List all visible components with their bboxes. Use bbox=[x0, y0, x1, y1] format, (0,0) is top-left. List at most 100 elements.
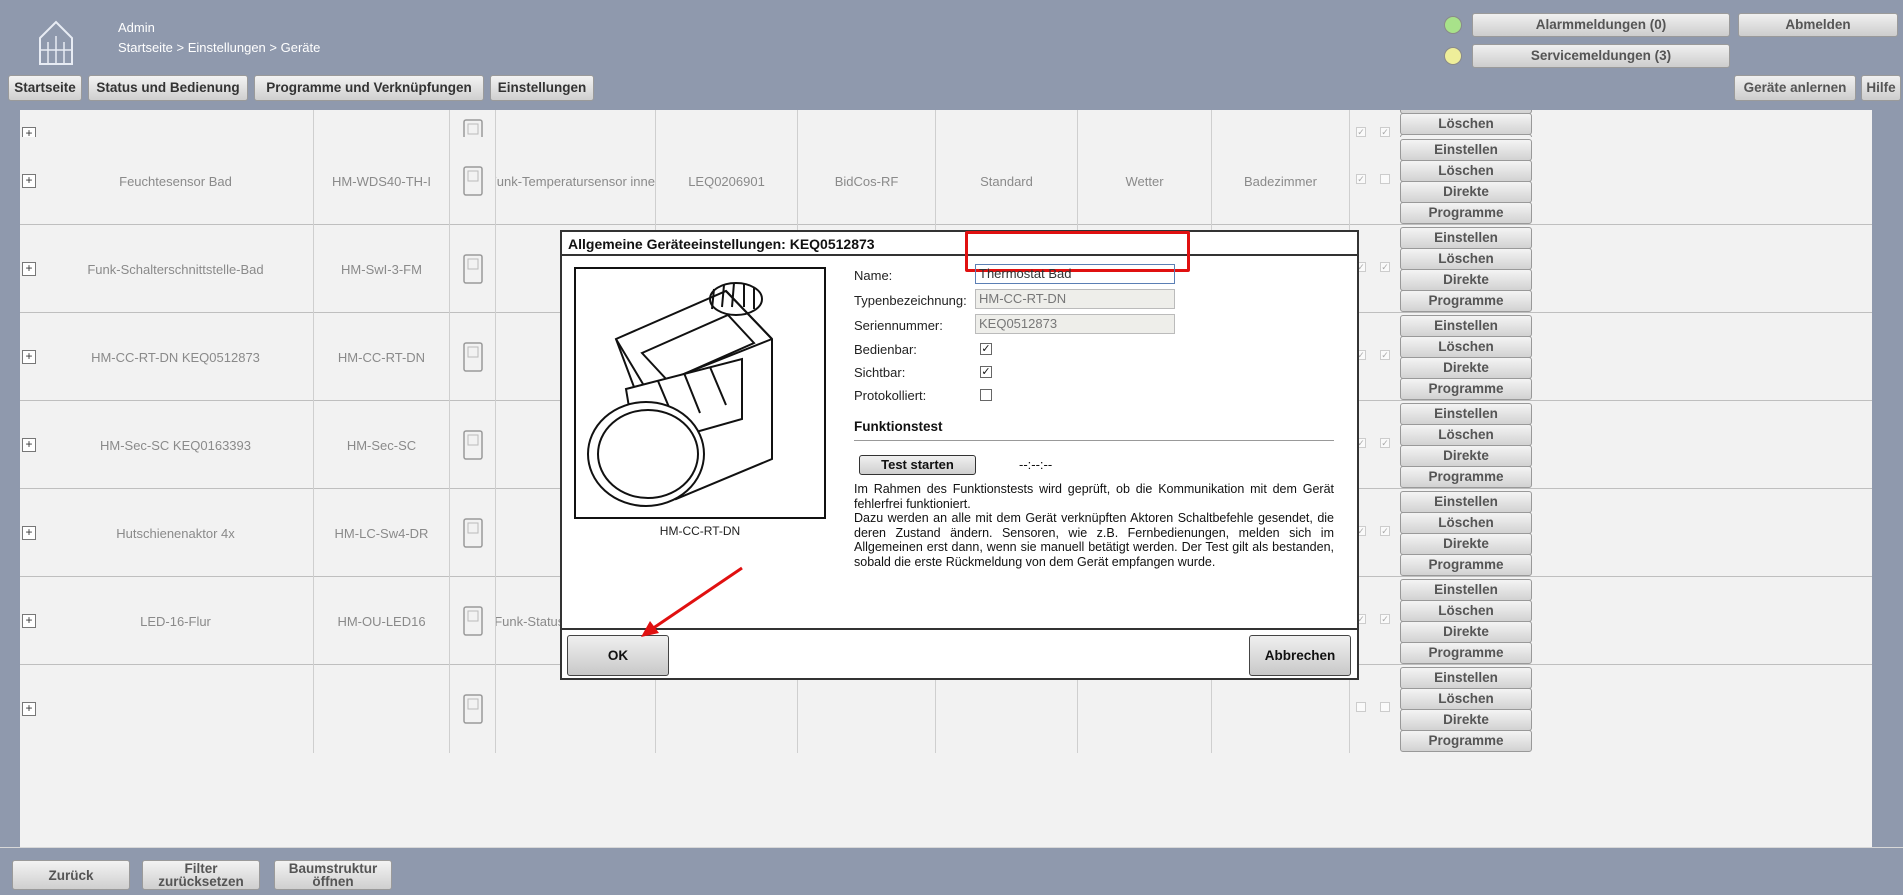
cell-type: HM-Sec-SC bbox=[314, 401, 450, 489]
footer-bar: Zurück Filter zurücksetzen Baumstruktur … bbox=[0, 847, 1903, 895]
expand-row-icon[interactable]: + bbox=[22, 702, 36, 716]
programs-button[interactable]: Programme bbox=[1400, 202, 1532, 224]
alarm-messages-button[interactable]: Alarmmeldungen (0) bbox=[1472, 13, 1730, 37]
delete-device-button[interactable]: Löschen bbox=[1400, 424, 1532, 446]
edit-device-button[interactable]: Einstellen bbox=[1400, 667, 1532, 689]
visible-checkbox-cell: ✓ bbox=[1380, 127, 1390, 137]
temperature-sensor-icon bbox=[450, 137, 496, 225]
radiator-thermostat-icon bbox=[587, 282, 773, 507]
table-row: + Einstellen Löschen Direkte Programme bbox=[20, 665, 1872, 847]
cell-name: Funk-Schalterschnittstelle-Bad bbox=[38, 225, 314, 313]
serial-label: Seriennummer: bbox=[854, 318, 943, 333]
operable-checkbox-cell: ✓ bbox=[1356, 127, 1366, 137]
function-test-title: Funktionstest bbox=[854, 419, 943, 434]
programs-button[interactable]: Programme bbox=[1400, 554, 1532, 576]
thermostat-icon bbox=[450, 313, 496, 401]
delete-device-button[interactable]: Löschen bbox=[1400, 600, 1532, 622]
function-test-divider bbox=[854, 440, 1334, 441]
logged-checkbox[interactable] bbox=[980, 389, 992, 401]
operable-label: Bedienbar: bbox=[854, 342, 917, 357]
cell-name: HM-CC-RT-DN KEQ0512873 bbox=[38, 313, 314, 401]
visible-checkbox-cell: ✓ bbox=[1380, 438, 1390, 448]
cell-serial: LEQ0206901 bbox=[656, 137, 798, 225]
reset-filter-label-2: zurücksetzen bbox=[158, 874, 244, 889]
open-tree-button[interactable]: Baumstruktur öffnen bbox=[274, 860, 392, 890]
cell-type: HM-SwI-3-FM bbox=[314, 225, 450, 313]
start-test-button[interactable]: Test starten bbox=[859, 455, 976, 475]
teach-devices-button[interactable]: Geräte anlernen bbox=[1734, 75, 1856, 101]
edit-device-button[interactable]: Einstellen bbox=[1400, 227, 1532, 249]
service-messages-button[interactable]: Servicemeldungen (3) bbox=[1472, 44, 1730, 68]
visible-checkbox-cell: ✓ bbox=[1380, 526, 1390, 536]
expand-row-icon[interactable]: + bbox=[22, 262, 36, 276]
type-label: Typenbezeichnung: bbox=[854, 293, 967, 308]
edit-device-button[interactable]: Einstellen bbox=[1400, 315, 1532, 337]
nav-home-button[interactable]: Startseite bbox=[8, 75, 82, 101]
expand-row-icon[interactable]: + bbox=[22, 526, 36, 540]
visible-checkbox[interactable]: ✓ bbox=[980, 366, 992, 378]
delete-device-button[interactable]: Löschen bbox=[1400, 160, 1532, 182]
user-name: Admin bbox=[118, 20, 155, 35]
ok-button[interactable]: OK bbox=[567, 635, 669, 676]
delete-device-button[interactable]: Löschen bbox=[1400, 113, 1532, 135]
expand-row-icon[interactable]: + bbox=[22, 350, 36, 364]
direct-links-button[interactable]: Direkte bbox=[1400, 709, 1532, 731]
reset-filter-button[interactable]: Filter zurücksetzen bbox=[142, 860, 260, 890]
programs-button[interactable]: Programme bbox=[1400, 642, 1532, 664]
direct-links-button[interactable]: Direkte bbox=[1400, 269, 1532, 291]
programs-button[interactable]: Programme bbox=[1400, 730, 1532, 752]
visible-checkbox-cell: ✓ bbox=[1380, 262, 1390, 272]
delete-device-button[interactable]: Löschen bbox=[1400, 688, 1532, 710]
test-description: Im Rahmen des Funktionstests wird geprüf… bbox=[854, 482, 1334, 569]
cell-room: Badezimmer bbox=[1212, 137, 1350, 225]
nav-status-button[interactable]: Status und Bedienung bbox=[88, 75, 248, 101]
logout-button[interactable]: Abmelden bbox=[1738, 13, 1898, 37]
name-label: Name: bbox=[854, 268, 893, 283]
help-button[interactable]: Hilfe bbox=[1861, 75, 1901, 101]
device-name-input[interactable]: Thermostat Bad bbox=[975, 264, 1175, 284]
delete-device-button[interactable]: Löschen bbox=[1400, 512, 1532, 534]
cell-type bbox=[314, 665, 450, 753]
alarm-status-led-icon bbox=[1444, 16, 1462, 34]
nav-programs-button[interactable]: Programme und Verknüpfungen bbox=[254, 75, 484, 101]
cell-name bbox=[38, 665, 314, 753]
device-icon bbox=[450, 665, 496, 753]
door-contact-icon bbox=[450, 401, 496, 489]
din-rail-actuator-icon bbox=[450, 489, 496, 577]
delete-device-button[interactable]: Löschen bbox=[1400, 248, 1532, 270]
cell-desc: Funk-Temperatursensor innen bbox=[496, 137, 656, 225]
operable-checkbox-cell: ✓ bbox=[1356, 174, 1366, 184]
logged-label: Protokolliert: bbox=[854, 388, 927, 403]
direct-links-button[interactable]: Direkte bbox=[1400, 445, 1532, 467]
breadcrumb: Startseite > Einstellungen > Geräte bbox=[118, 40, 321, 55]
direct-links-button[interactable]: Direkte bbox=[1400, 533, 1532, 555]
edit-device-button[interactable]: Einstellen bbox=[1400, 491, 1532, 513]
programs-button[interactable]: Programme bbox=[1400, 378, 1532, 400]
service-status-led-icon bbox=[1444, 47, 1462, 65]
direct-links-button[interactable]: Direkte bbox=[1400, 181, 1532, 203]
cell-type: HM-LC-Sw4-DR bbox=[314, 489, 450, 577]
programs-button[interactable]: Programme bbox=[1400, 290, 1532, 312]
expand-row-icon[interactable]: + bbox=[22, 438, 36, 452]
direct-links-button[interactable]: Direkte bbox=[1400, 357, 1532, 379]
edit-device-button[interactable]: Einstellen bbox=[1400, 403, 1532, 425]
dialog-title: Allgemeine Geräteeinstellungen: KEQ05128… bbox=[562, 232, 1357, 256]
nav-settings-button[interactable]: Einstellungen bbox=[490, 75, 594, 101]
cell-type: HM-WDS40-TH-I bbox=[314, 137, 450, 225]
edit-device-button[interactable]: Einstellen bbox=[1400, 579, 1532, 601]
operable-checkbox[interactable]: ✓ bbox=[980, 343, 992, 355]
expand-row-icon[interactable]: + bbox=[22, 614, 36, 628]
back-button-label: Zurück bbox=[48, 867, 94, 883]
edit-device-button[interactable]: Einstellen bbox=[1400, 139, 1532, 161]
cancel-button[interactable]: Abbrechen bbox=[1249, 635, 1351, 676]
led-display-icon bbox=[450, 577, 496, 665]
delete-device-button[interactable]: Löschen bbox=[1400, 336, 1532, 358]
direct-links-button[interactable]: Direkte bbox=[1400, 621, 1532, 643]
cell-name: LED-16-Flur bbox=[38, 577, 314, 665]
programs-button[interactable]: Programme bbox=[1400, 466, 1532, 488]
back-button[interactable]: Zurück bbox=[12, 860, 130, 890]
annotation-arrow-icon bbox=[641, 566, 743, 637]
cell-name: HM-Sec-SC KEQ0163393 bbox=[38, 401, 314, 489]
cell-name: Hutschienenaktor 4x bbox=[38, 489, 314, 577]
expand-row-icon[interactable]: + bbox=[22, 174, 36, 188]
